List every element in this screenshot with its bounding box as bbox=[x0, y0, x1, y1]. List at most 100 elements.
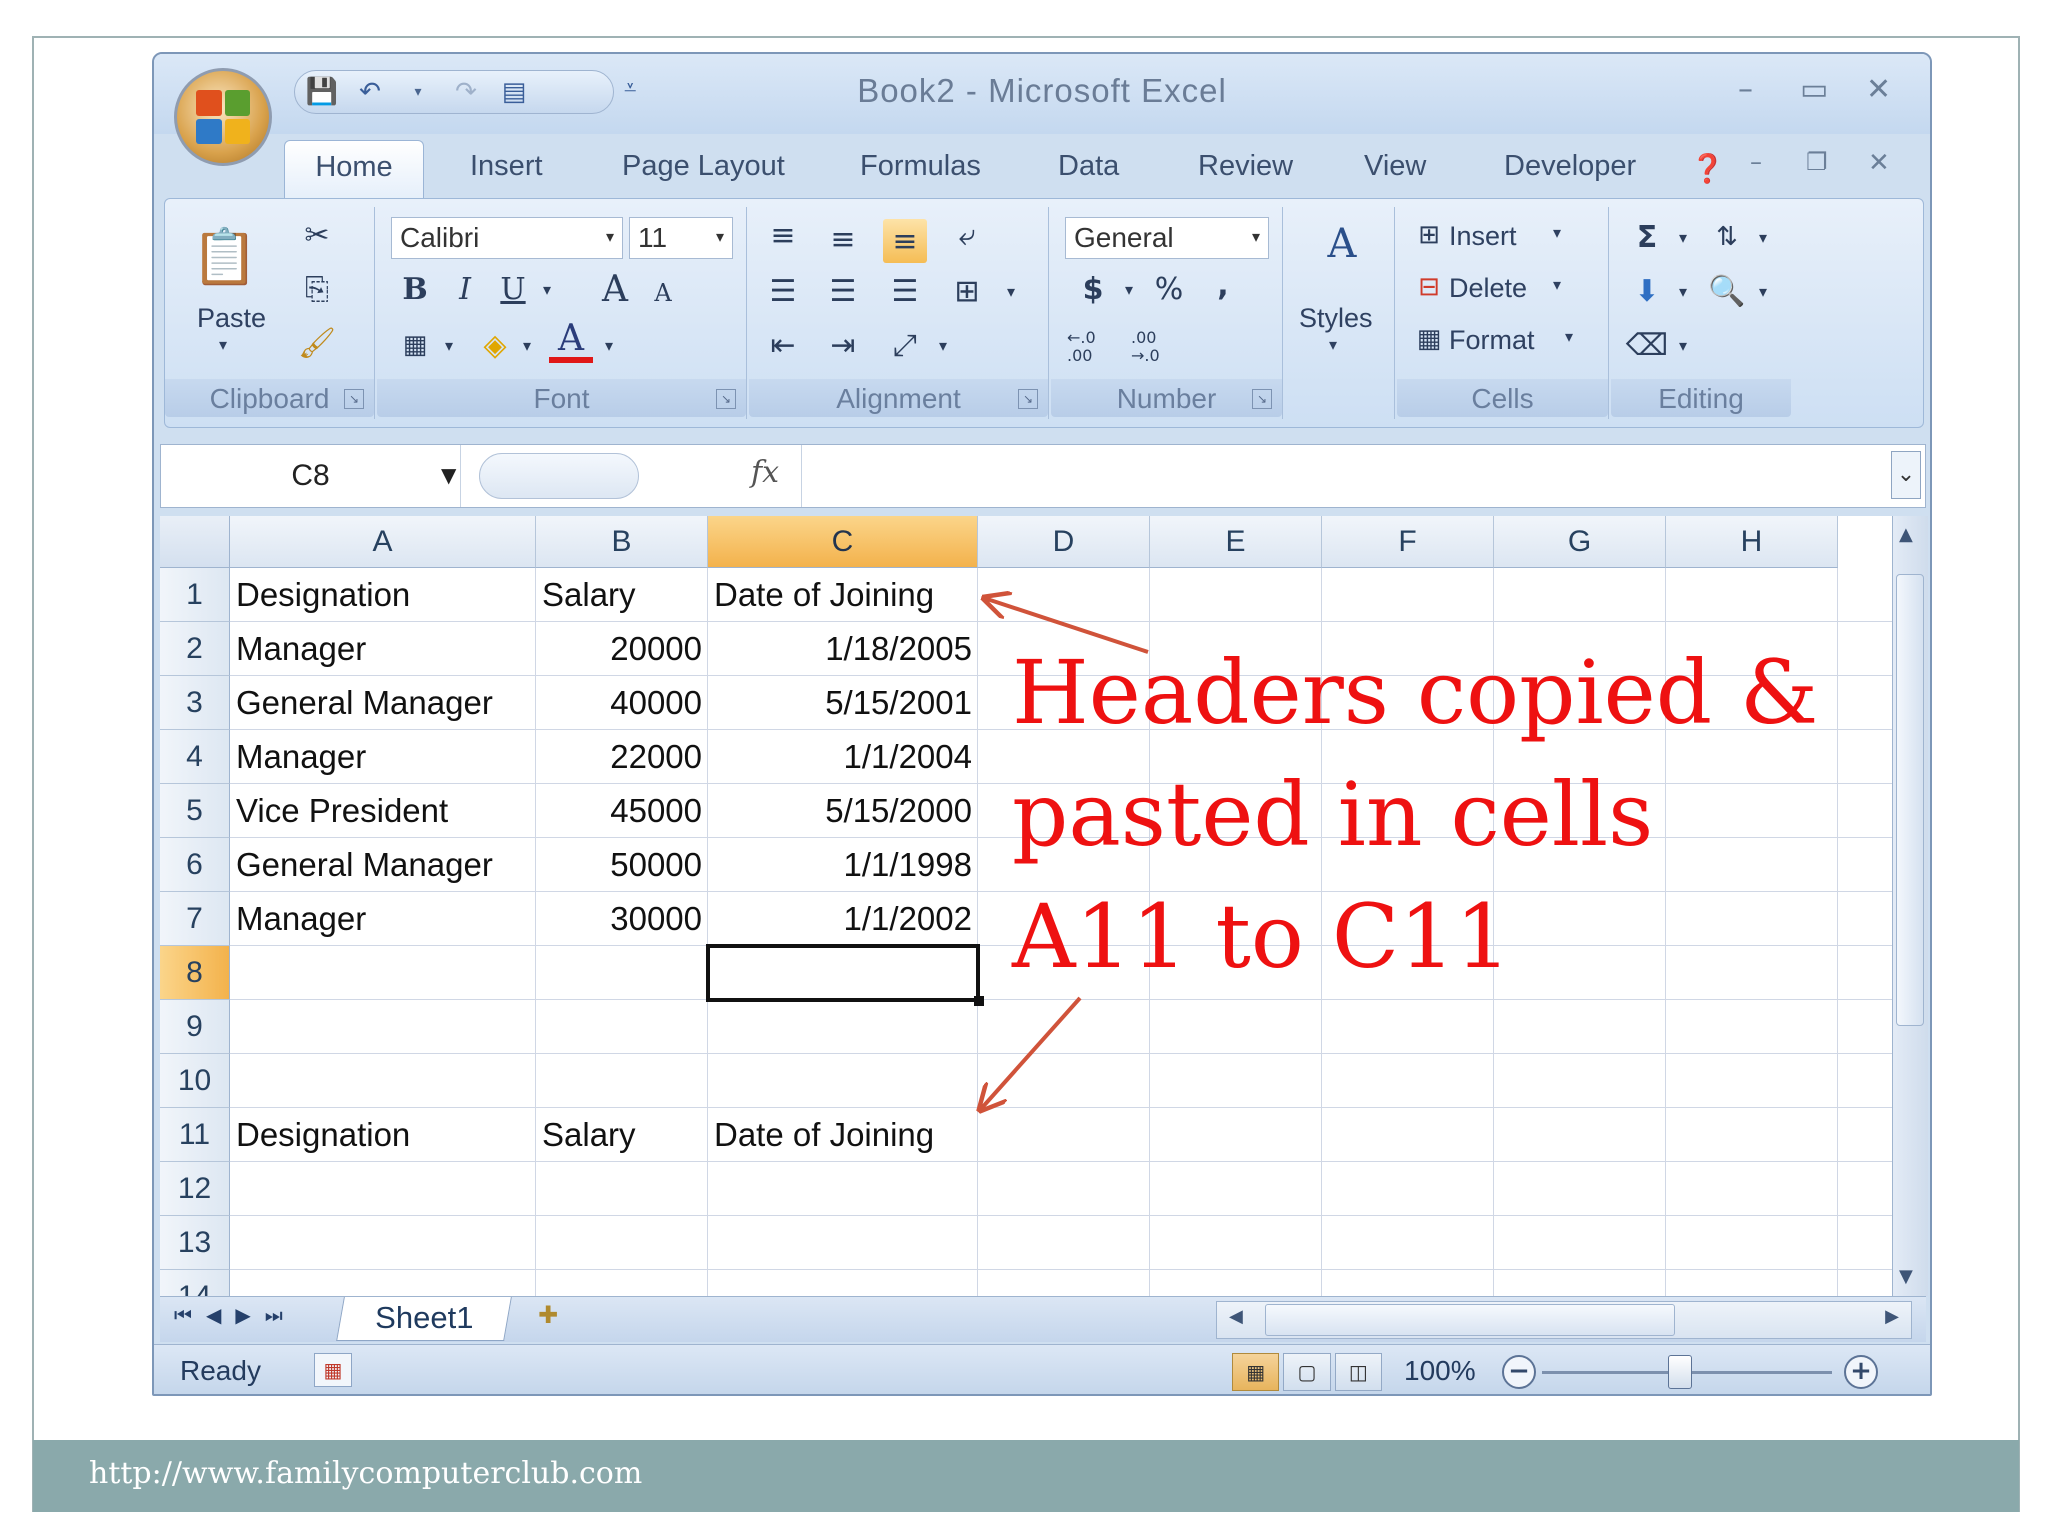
bold-button[interactable]: B bbox=[393, 267, 437, 311]
cell-a12[interactable] bbox=[230, 1162, 536, 1216]
styles-button[interactable]: Styles bbox=[1299, 303, 1373, 334]
row-header-6[interactable]: 6 bbox=[160, 838, 230, 892]
comma-button[interactable]: , bbox=[1201, 263, 1245, 307]
workbook-close-button[interactable]: ✕ bbox=[1868, 148, 1890, 178]
sheet-navigation-buttons[interactable]: ⏮◀▶⏭ bbox=[174, 1303, 297, 1327]
cell-c11[interactable]: Date of Joining bbox=[708, 1108, 978, 1162]
borders-dropdown-icon[interactable]: ▾ bbox=[427, 323, 471, 367]
select-all-button[interactable] bbox=[160, 516, 230, 568]
column-header-g[interactable]: G bbox=[1494, 516, 1666, 568]
row-header-10[interactable]: 10 bbox=[160, 1054, 230, 1108]
cell-b3[interactable]: 40000 bbox=[536, 676, 708, 730]
office-button[interactable] bbox=[174, 68, 272, 166]
cell-b8[interactable] bbox=[536, 946, 708, 1000]
column-header-c[interactable]: C bbox=[708, 516, 978, 568]
font-size-box[interactable]: 11 ▾ bbox=[629, 217, 733, 259]
row-header-9[interactable]: 9 bbox=[160, 1000, 230, 1054]
expand-formula-bar-icon[interactable]: ⌄ bbox=[1891, 451, 1921, 499]
copy-icon[interactable]: ⎘ bbox=[295, 267, 339, 311]
workbook-restore-button[interactable]: ❐ bbox=[1806, 148, 1828, 176]
align-bottom-icon[interactable]: ≡ bbox=[883, 219, 927, 263]
cell-c5[interactable]: 5/15/2000 bbox=[708, 784, 978, 838]
cell-a8[interactable] bbox=[230, 946, 536, 1000]
grow-font-button[interactable]: A bbox=[593, 267, 637, 311]
column-header-e[interactable]: E bbox=[1150, 516, 1322, 568]
clipboard-launcher-icon[interactable]: ↘ bbox=[344, 389, 364, 409]
sheet-tab-sheet1[interactable]: Sheet1 bbox=[336, 1297, 512, 1341]
insert-function-icon[interactable]: fx bbox=[751, 455, 779, 490]
close-button[interactable]: ✕ bbox=[1866, 72, 1891, 107]
minimize-button[interactable]: – bbox=[1738, 72, 1753, 107]
cut-icon[interactable]: ✂ bbox=[295, 213, 339, 257]
cell-b10[interactable] bbox=[536, 1054, 708, 1108]
number-launcher-icon[interactable]: ↘ bbox=[1252, 389, 1272, 409]
number-format-box[interactable]: General ▾ bbox=[1065, 217, 1269, 259]
cell-b9[interactable] bbox=[536, 1000, 708, 1054]
format-dropdown-icon[interactable]: ▾ bbox=[1565, 327, 1573, 347]
cell-b5[interactable]: 45000 bbox=[536, 784, 708, 838]
cell-c3[interactable]: 5/15/2001 bbox=[708, 676, 978, 730]
row-header-4[interactable]: 4 bbox=[160, 730, 230, 784]
column-header-h[interactable]: H bbox=[1666, 516, 1838, 568]
row-header-5[interactable]: 5 bbox=[160, 784, 230, 838]
column-header-a[interactable]: A bbox=[230, 516, 536, 568]
horizontal-scroll-thumb[interactable] bbox=[1265, 1304, 1675, 1336]
zoom-out-button[interactable]: − bbox=[1502, 1355, 1536, 1389]
font-name-box[interactable]: Calibri ▾ bbox=[391, 217, 623, 259]
record-macro-icon[interactable]: ▦ bbox=[314, 1353, 352, 1387]
row-header-7[interactable]: 7 bbox=[160, 892, 230, 946]
orientation-dropdown-icon[interactable]: ▾ bbox=[921, 323, 965, 367]
cell-b4[interactable]: 22000 bbox=[536, 730, 708, 784]
paste-icon[interactable]: 📋 bbox=[191, 217, 258, 297]
cell-a9[interactable] bbox=[230, 1000, 536, 1054]
cell-c13[interactable] bbox=[708, 1216, 978, 1270]
cell-a11[interactable]: Designation bbox=[230, 1108, 536, 1162]
cell-a7[interactable]: Manager bbox=[230, 892, 536, 946]
maximize-button[interactable]: ▭ bbox=[1800, 72, 1828, 107]
cell-a13[interactable] bbox=[230, 1216, 536, 1270]
paste-button[interactable]: Paste bbox=[197, 303, 266, 334]
row-header-3[interactable]: 3 bbox=[160, 676, 230, 730]
fill-dropdown-icon[interactable]: ▾ bbox=[1661, 269, 1705, 313]
row-header-12[interactable]: 12 bbox=[160, 1162, 230, 1216]
horizontal-scrollbar[interactable]: ◀ ▶ bbox=[1216, 1301, 1912, 1339]
tab-view[interactable]: View bbox=[1364, 150, 1426, 183]
fill-handle[interactable] bbox=[974, 996, 984, 1006]
sort-dropdown-icon[interactable]: ▾ bbox=[1741, 215, 1785, 259]
decrease-indent-icon[interactable]: ⇤ bbox=[761, 323, 805, 367]
row-header-14[interactable]: 14 bbox=[160, 1270, 230, 1296]
find-dropdown-icon[interactable]: ▾ bbox=[1741, 269, 1785, 313]
cell-a10[interactable] bbox=[230, 1054, 536, 1108]
cell-b2[interactable]: 20000 bbox=[536, 622, 708, 676]
cell-b7[interactable]: 30000 bbox=[536, 892, 708, 946]
help-icon[interactable]: ❓ bbox=[1690, 152, 1725, 185]
zoom-level[interactable]: 100% bbox=[1404, 1355, 1476, 1387]
cell-a1[interactable]: Designation bbox=[230, 568, 536, 622]
tab-insert[interactable]: Insert bbox=[470, 150, 543, 183]
currency-dropdown-icon[interactable]: ▾ bbox=[1107, 267, 1151, 311]
cell-c2[interactable]: 1/18/2005 bbox=[708, 622, 978, 676]
footer-url[interactable]: http://www.familycomputerclub.com bbox=[89, 1456, 642, 1491]
column-header-d[interactable]: D bbox=[978, 516, 1150, 568]
cell-c4[interactable]: 1/1/2004 bbox=[708, 730, 978, 784]
zoom-in-button[interactable]: + bbox=[1844, 1355, 1878, 1389]
row-header-8[interactable]: 8 bbox=[160, 946, 230, 1000]
column-header-f[interactable]: F bbox=[1322, 516, 1494, 568]
scroll-left-icon[interactable]: ◀ bbox=[1229, 1306, 1243, 1327]
tab-page-layout[interactable]: Page Layout bbox=[622, 150, 785, 183]
decrease-decimal-button[interactable]: .00 →.0 bbox=[1131, 325, 1187, 369]
cell-a4[interactable]: Manager bbox=[230, 730, 536, 784]
clear-dropdown-icon[interactable]: ▾ bbox=[1661, 323, 1705, 367]
cell-b1[interactable]: Salary bbox=[536, 568, 708, 622]
merge-dropdown-icon[interactable]: ▾ bbox=[989, 269, 1033, 313]
workbook-minimize-button[interactable]: – bbox=[1750, 148, 1762, 176]
delete-cells-icon[interactable]: ⊟ bbox=[1407, 265, 1451, 309]
scroll-right-icon[interactable]: ▶ bbox=[1885, 1306, 1899, 1327]
underline-dropdown-icon[interactable]: ▾ bbox=[525, 267, 569, 311]
tab-review[interactable]: Review bbox=[1198, 150, 1293, 183]
vertical-scroll-thumb[interactable] bbox=[1896, 574, 1924, 1026]
vertical-scrollbar[interactable]: ▲ ▼ bbox=[1892, 516, 1928, 1296]
align-middle-icon[interactable]: ≡ bbox=[821, 217, 865, 261]
cell-c6[interactable]: 1/1/1998 bbox=[708, 838, 978, 892]
page-break-view-icon[interactable]: ◫ bbox=[1334, 1353, 1382, 1391]
